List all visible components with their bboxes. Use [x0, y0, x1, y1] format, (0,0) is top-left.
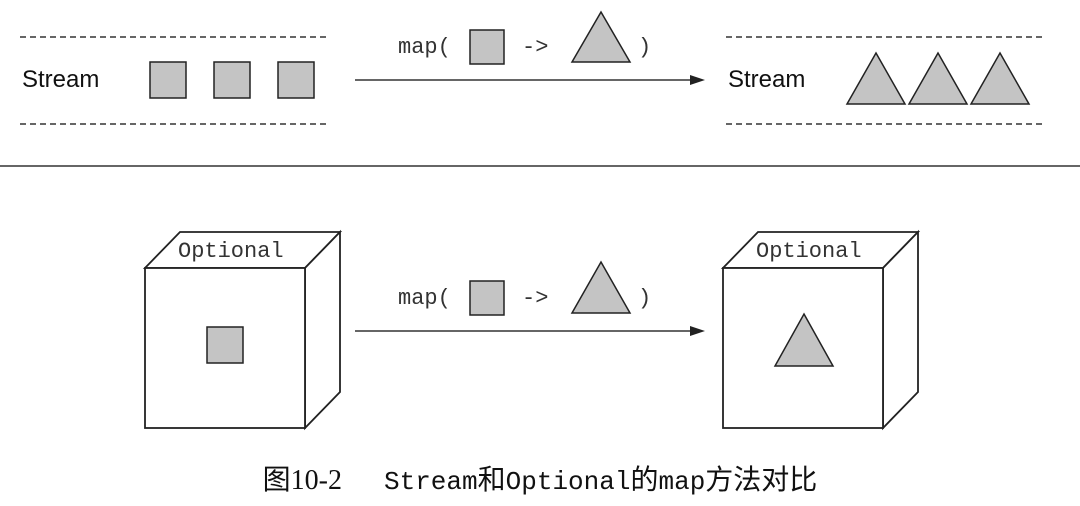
stream-map-prefix: map(	[398, 35, 451, 60]
stream-map-triangle-icon	[570, 10, 632, 63]
optional-map-suffix: )	[638, 286, 651, 311]
left-stream-square-1	[149, 61, 187, 99]
stream-map-arrowhead	[690, 75, 705, 85]
right-stream-triangle-1	[845, 51, 907, 105]
right-stream-label: Stream	[728, 66, 805, 93]
left-stream-square-3	[277, 61, 315, 99]
optional-map-square-icon	[469, 280, 505, 316]
optional-map-prefix: map(	[398, 286, 451, 311]
figure-caption: 图10-2 Stream和Optional的map方法对比	[0, 458, 1080, 498]
stream-map-suffix: )	[638, 35, 651, 60]
right-stream-triangle-3	[969, 51, 1031, 105]
stream-optional-map-diagram: Stream map( -> ) Stream Optional map(->…	[0, 10, 1080, 431]
optional-map-arrow: ->	[522, 286, 548, 311]
caption-and: 和	[477, 465, 506, 496]
left-cube-label: Optional	[178, 239, 284, 264]
left-cube-side-face	[304, 229, 341, 431]
caption-method-comparison: 方法对比	[705, 465, 818, 496]
left-optional-cube: Optional	[142, 229, 343, 431]
caption-optional: Optional	[505, 467, 631, 497]
optional-map-triangle-icon	[570, 260, 632, 314]
caption-of: 的	[630, 465, 659, 496]
left-stream-square-2	[213, 61, 251, 99]
stream-map-square-icon	[469, 29, 505, 65]
right-optional-cube: Optional	[720, 229, 921, 431]
left-stream-label: Stream	[22, 66, 99, 93]
left-cube-square	[206, 326, 244, 364]
stream-section: Stream map( -> ) Stream	[20, 10, 1046, 125]
stream-map-arrow: ->	[522, 35, 548, 60]
right-stream-triangle-2	[907, 51, 969, 105]
caption-stream: Stream	[384, 467, 478, 497]
optional-map-arrowhead	[690, 326, 705, 336]
caption-figure-number: 图10-2	[262, 465, 342, 496]
stream-map-label: map( -> )	[398, 10, 651, 65]
caption-map: map	[658, 467, 706, 497]
right-cube-label: Optional	[756, 239, 862, 264]
optional-section: Optional map( -> ) Optional	[142, 229, 921, 431]
optional-map-label: map( -> )	[398, 260, 651, 316]
right-cube-side-face	[882, 229, 919, 431]
